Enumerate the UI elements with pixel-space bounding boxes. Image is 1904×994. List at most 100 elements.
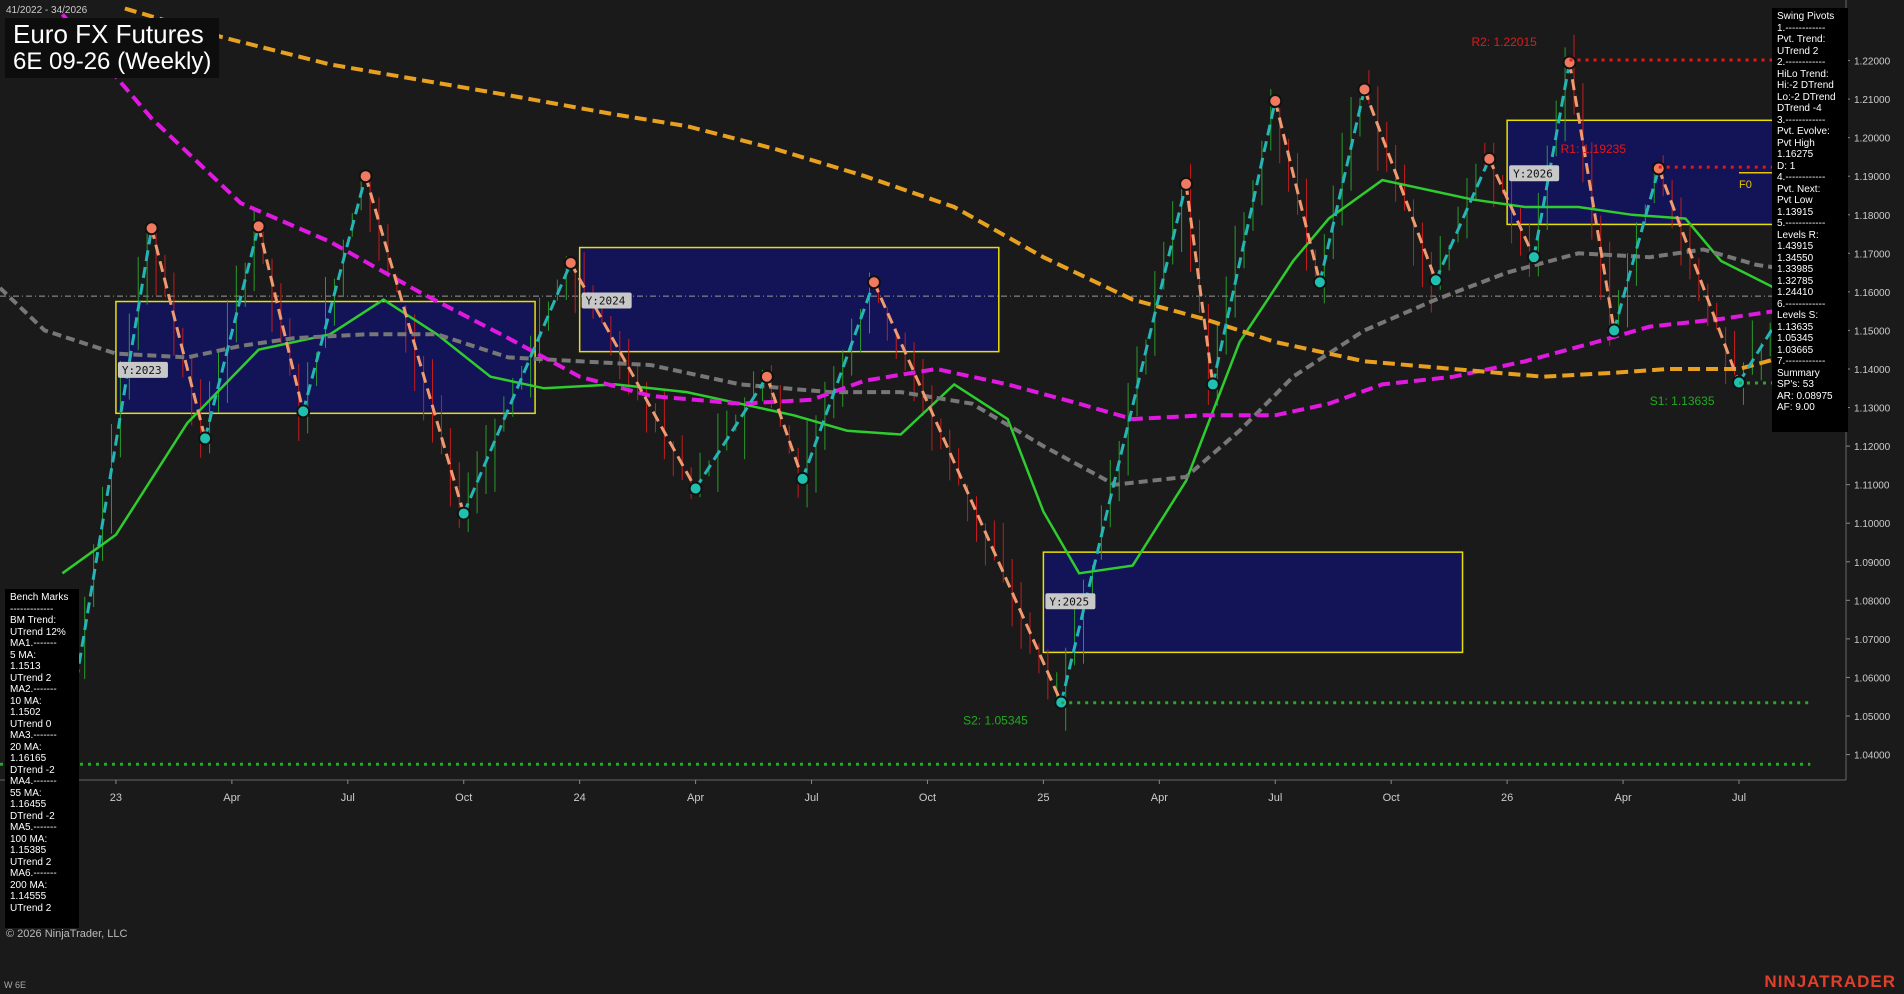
price-chart[interactable]: 1.04000 1.05000 1.06000 1.07000 1.08000 1.090… xyxy=(0,0,1904,994)
bench-mark-line: 1.1513 xyxy=(10,661,41,672)
price-tick-label: 1.12000 xyxy=(1854,442,1891,453)
swing-pivot-line: 7.------------ xyxy=(1777,356,1826,367)
bench-mark-line: UTrend 2 xyxy=(10,672,52,684)
instrument-code: W 6E xyxy=(4,980,27,990)
price-tick-label: 1.11000 xyxy=(1854,481,1890,492)
swing-low-marker xyxy=(456,506,471,521)
swing-low-marker xyxy=(296,404,311,419)
brand-logo: NINJATRADER xyxy=(1764,972,1896,991)
swing-pivot-line: Pvt. Next: xyxy=(1777,183,1821,195)
time-tick-label: Jul xyxy=(804,792,818,804)
year-label: Y:2025 xyxy=(1049,595,1089,608)
bench-marks-panel: Bench Marks ------------- BM Trend: UTrend … xyxy=(5,589,79,928)
time-tick-label: 23 xyxy=(110,792,122,804)
swing-pivot-line: 1.------------ xyxy=(1777,22,1826,34)
swing-high-marker xyxy=(1482,151,1497,166)
bench-mark-line: 55 MA: xyxy=(10,787,42,799)
swing-pivot-line: 4.------------ xyxy=(1777,172,1826,183)
price-tick-label: 1.14000 xyxy=(1854,365,1891,376)
bench-mark-line: UTrend 2 xyxy=(10,902,52,914)
swing-pivot-line: 5.------------ xyxy=(1777,218,1826,229)
swing-high-marker xyxy=(759,369,774,384)
swing-pivot-line: 1.03665 xyxy=(1777,344,1814,356)
time-tick-label: Oct xyxy=(1383,792,1400,804)
swing-pivot-line: 1.43915 xyxy=(1777,241,1814,252)
swing-pivot-line: Pvt. Evolve: xyxy=(1777,126,1830,137)
time-tick-label: Apr xyxy=(1151,792,1168,804)
price-tick-label: 1.15000 xyxy=(1854,326,1891,337)
time-tick-label: Jul xyxy=(1268,792,1282,804)
level-label: S1: 1.13635 xyxy=(1650,394,1715,408)
swing-pivot-line: 1.13635 xyxy=(1777,321,1814,333)
swing-pivot-line: Hi:-2 DTrend xyxy=(1777,80,1834,91)
swing-high-marker xyxy=(1357,82,1372,97)
swing-pivot-line: 1.13915 xyxy=(1777,206,1814,218)
bench-mark-line: BM Trend: xyxy=(10,615,57,626)
year-range-box xyxy=(1042,551,1464,654)
swing-pivots-panel: Swing Pivots 1.------------ Pvt. Trend: UTr… xyxy=(1772,8,1848,432)
price-tick-label: 1.21000 xyxy=(1854,95,1891,106)
swing-pivot-line: Pvt. Trend: xyxy=(1777,34,1826,45)
date-range: 41/2022 - 34/2026 xyxy=(6,5,88,16)
swing-pivot-line: 2.------------ xyxy=(1777,57,1826,68)
bench-mark-line: MA6.------- xyxy=(10,868,57,879)
swing-pivot-line: Pvt Low xyxy=(1777,195,1813,206)
time-tick-label: 25 xyxy=(1037,792,1049,804)
swing-pivot-line: 1.05345 xyxy=(1777,333,1814,344)
swing-pivot-line: 1.16275 xyxy=(1777,149,1814,160)
time-tick-label: 24 xyxy=(574,792,586,804)
swing-high-marker xyxy=(1562,55,1577,70)
swing-pivot-line: D: 1 xyxy=(1777,160,1796,172)
swing-high-marker xyxy=(251,219,266,234)
year-label: Y:2023 xyxy=(122,364,162,377)
swing-pivot-line: Swing Pivots xyxy=(1777,11,1835,22)
bench-mark-line: 10 MA: xyxy=(10,695,42,707)
bench-mark-line: Bench Marks xyxy=(10,592,69,603)
bench-mark-line: MA1.------- xyxy=(10,638,57,649)
time-tick-label: Oct xyxy=(919,792,936,804)
price-tick-label: 1.20000 xyxy=(1854,134,1891,145)
price-tick-label: 1.13000 xyxy=(1854,404,1891,415)
f0-label: F0 xyxy=(1739,179,1752,191)
time-tick-label: Jul xyxy=(341,792,355,804)
price-tick-label: 1.06000 xyxy=(1854,673,1891,684)
bench-mark-line: DTrend -2 xyxy=(10,810,55,822)
bench-mark-line: UTrend 2 xyxy=(10,856,52,868)
swing-high-marker xyxy=(866,275,881,290)
swing-pivot-line: 6.------------ xyxy=(1777,298,1826,310)
swing-high-marker xyxy=(358,169,373,184)
bench-mark-line: MA5.------- xyxy=(10,822,57,833)
level-label: R2: 1.22015 xyxy=(1471,35,1537,49)
year-range-box xyxy=(578,246,1000,353)
swing-pivot-line: AF: 9.00 xyxy=(1777,402,1815,413)
swing-low-marker xyxy=(1205,377,1220,392)
price-tick-label: 1.18000 xyxy=(1854,211,1891,222)
swing-low-marker xyxy=(1428,273,1443,288)
price-tick-label: 1.10000 xyxy=(1854,519,1891,530)
swing-high-marker xyxy=(1268,94,1283,109)
bench-mark-line: DTrend -2 xyxy=(10,764,55,776)
swing-pivot-line: DTrend -4 xyxy=(1777,103,1822,114)
bench-mark-line: UTrend 12% xyxy=(10,626,66,638)
bench-mark-line: 1.16455 xyxy=(10,799,47,810)
time-tick-label: 26 xyxy=(1501,792,1513,804)
bench-mark-line: 200 MA: xyxy=(10,879,48,891)
level-label: S2: 1.05345 xyxy=(963,714,1028,728)
swing-pivot-line: UTrend 2 xyxy=(1777,45,1819,57)
time-tick-label: Jul xyxy=(1732,792,1746,804)
price-tick-label: 1.05000 xyxy=(1854,712,1891,723)
swing-pivot-line: 1.32785 xyxy=(1777,275,1814,287)
price-tick-label: 1.08000 xyxy=(1854,596,1891,607)
price-tick-label: 1.22000 xyxy=(1854,57,1891,68)
bench-mark-line: 1.1502 xyxy=(10,707,41,718)
swing-leg xyxy=(694,375,769,490)
swing-high-marker xyxy=(144,221,159,236)
swing-pivot-line: Levels R: xyxy=(1777,229,1819,241)
time-tick-label: Apr xyxy=(1614,792,1631,804)
swing-low-marker xyxy=(1607,323,1622,338)
swing-pivot-line: Pvt High xyxy=(1777,137,1815,149)
copyright: © 2026 NinjaTrader, LLC xyxy=(6,928,128,940)
swing-pivot-line: Lo:-2 DTrend xyxy=(1777,91,1836,103)
contract-subtitle: 6E 09-26 (Weekly) xyxy=(13,48,212,75)
swing-high-marker xyxy=(1179,176,1194,191)
